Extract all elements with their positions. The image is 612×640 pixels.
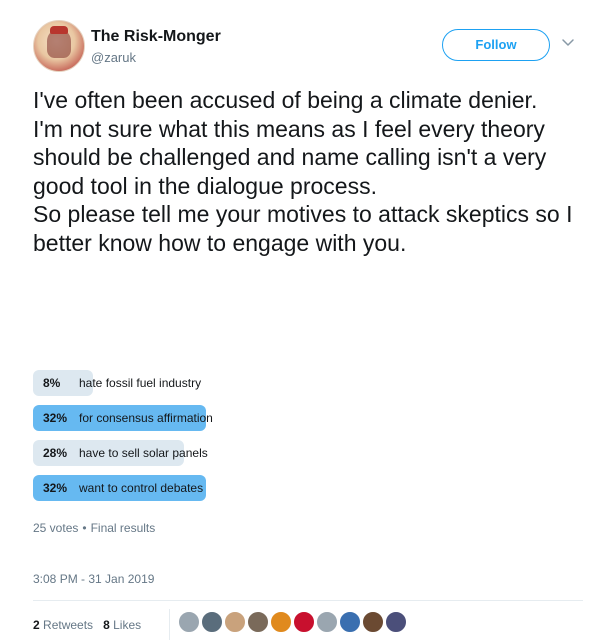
poll: 8% hate fossil fuel industry 32% for con… — [33, 370, 593, 510]
avatar-hat — [50, 26, 68, 34]
engagement-stats: 2 Retweets 8 Likes — [33, 618, 141, 632]
liker-avatar-6[interactable] — [293, 611, 315, 633]
liker-avatar-8[interactable] — [339, 611, 361, 633]
liker-avatar-9[interactable] — [362, 611, 384, 633]
poll-separator: • — [82, 521, 87, 535]
poll-status: Final results — [90, 521, 156, 535]
poll-percent: 28% — [43, 446, 68, 460]
author-handle[interactable]: @zaruk — [91, 50, 136, 65]
poll-option-label: for consensus affirmation — [79, 411, 213, 425]
avatar-figure — [47, 30, 71, 58]
author-display-name[interactable]: The Risk-Monger — [91, 28, 221, 46]
likes-stat[interactable]: 8 Likes — [103, 618, 141, 632]
liker-avatar-7[interactable] — [316, 611, 338, 633]
poll-votes: 25 votes — [33, 521, 79, 535]
liker-avatar-5[interactable] — [270, 611, 292, 633]
tweet-line: I'm not sure what this means as I feel e… — [33, 115, 547, 199]
likes-label: Likes — [113, 618, 142, 632]
chevron-down-icon[interactable] — [560, 34, 576, 50]
poll-option: 28% have to sell solar panels — [33, 440, 593, 466]
tweet-line: I've often been accused of being a clima… — [33, 87, 538, 113]
liker-avatar-10[interactable] — [385, 611, 407, 633]
poll-percent: 32% — [43, 481, 68, 495]
poll-option-label: hate fossil fuel industry — [79, 376, 202, 390]
likes-count: 8 — [103, 618, 110, 632]
poll-option: 8% hate fossil fuel industry — [33, 370, 593, 396]
poll-percent: 8% — [43, 376, 61, 390]
author-avatar[interactable] — [33, 20, 85, 72]
poll-option-label: want to control debates — [79, 481, 204, 495]
liker-avatar-2[interactable] — [201, 611, 223, 633]
poll-percent: 32% — [43, 411, 68, 425]
poll-option: 32% for consensus affirmation — [33, 405, 593, 431]
liker-avatar-1[interactable] — [178, 611, 200, 633]
retweets-stat[interactable]: 2 Retweets — [33, 618, 93, 632]
liker-avatar-3[interactable] — [224, 611, 246, 633]
tweet-line: So please tell me your motives to attack… — [33, 201, 573, 256]
liker-avatar-4[interactable] — [247, 611, 269, 633]
poll-option: 32% want to control debates — [33, 475, 593, 501]
poll-meta: 25 votes • Final results — [33, 521, 155, 535]
follow-button[interactable]: Follow — [442, 29, 550, 61]
tweet-text: I've often been accused of being a clima… — [33, 86, 593, 258]
tweet-header: The Risk-Monger @zaruk Follow — [33, 20, 583, 80]
poll-option-label: have to sell solar panels — [79, 446, 208, 460]
retweets-count: 2 — [33, 618, 40, 632]
divider — [33, 600, 583, 601]
stats-separator — [169, 609, 170, 640]
tweet-timestamp[interactable]: 3:08 PM - 31 Jan 2019 — [33, 572, 154, 586]
retweets-label: Retweets — [43, 618, 94, 632]
